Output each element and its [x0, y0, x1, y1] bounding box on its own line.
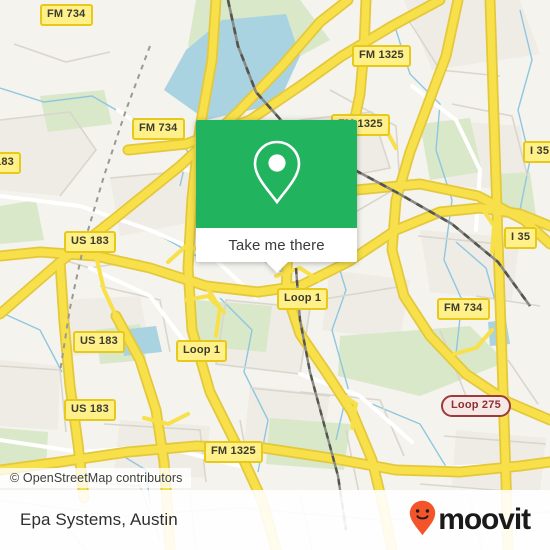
road-shield-fm-1325-bottom: FM 1325	[204, 441, 263, 463]
moovit-logo[interactable]: moovit	[409, 500, 531, 541]
location-pin-icon	[251, 139, 303, 210]
road-shield-us-183-upper: US 183	[64, 231, 116, 253]
road-shield-fm-734-right: FM 734	[437, 298, 490, 320]
road-shield-fm-734-left: FM 734	[132, 118, 185, 140]
moovit-wordmark: moovit	[438, 503, 531, 536]
road-shield-loop-1-upper: Loop 1	[277, 288, 329, 310]
bottom-bar: Epa Systems, Austin moovit	[0, 490, 550, 550]
road-shield-fm-1325-top: FM 1325	[352, 45, 411, 67]
place-title: Epa Systems, Austin	[20, 510, 178, 529]
location-callout[interactable]: Take me there	[196, 120, 357, 273]
callout-action[interactable]: Take me there	[196, 228, 357, 273]
road-shield-us-183-edge: 183	[0, 152, 21, 174]
map-screenshot: FM 734 FM 1325 FM 734 FM 1325 I 35 183 US 183 I…	[0, 0, 550, 550]
road-shield-i-35-upper: I 35	[523, 141, 550, 163]
road-shield-loop-1-lower: Loop 1	[176, 340, 228, 362]
road-shield-us-183-mid: US 183	[73, 331, 125, 353]
callout-pin-area	[196, 120, 357, 228]
callout-pointer	[266, 262, 288, 273]
road-shield-fm-734-top: FM 734	[40, 4, 93, 26]
osm-attribution[interactable]: © OpenStreetMap contributors	[0, 468, 191, 488]
road-shield-loop-275: Loop 275	[441, 395, 511, 417]
road-shield-i-35-lower: I 35	[504, 227, 538, 249]
take-me-there-label: Take me there	[228, 236, 325, 254]
road-shield-us-183-lower: US 183	[64, 399, 116, 421]
moovit-pin-smiley-icon	[409, 500, 436, 541]
